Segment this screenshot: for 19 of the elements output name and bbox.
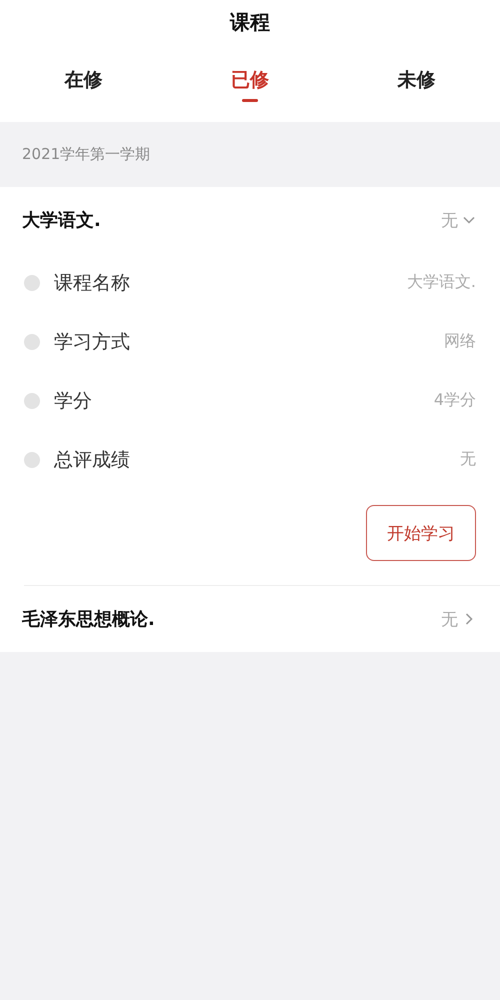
field-label: 学习方式 xyxy=(54,330,131,354)
bullet-icon xyxy=(24,334,40,350)
field-value: 4学分 xyxy=(434,390,476,411)
course-name: 大学语文. xyxy=(22,209,101,232)
bullet-icon xyxy=(24,452,40,468)
course-score: 无 xyxy=(441,210,458,232)
field-value: 无 xyxy=(460,449,476,470)
field-value: 网络 xyxy=(444,331,476,352)
field-value: 大学语文. xyxy=(406,272,476,293)
page-title: 课程 xyxy=(230,8,270,36)
field-label: 学分 xyxy=(54,388,93,414)
course-name: 毛泽东思想概论. xyxy=(22,608,155,631)
start-study-button[interactable]: 开始学习 xyxy=(366,505,476,561)
semester-label: 2021学年第一学期 xyxy=(22,145,150,164)
bullet-icon xyxy=(24,392,40,408)
field-label: 课程名称 xyxy=(54,270,131,296)
field-label: 总评成绩 xyxy=(54,448,131,472)
course-score: 无 xyxy=(441,608,458,630)
bullet-icon xyxy=(24,274,40,290)
